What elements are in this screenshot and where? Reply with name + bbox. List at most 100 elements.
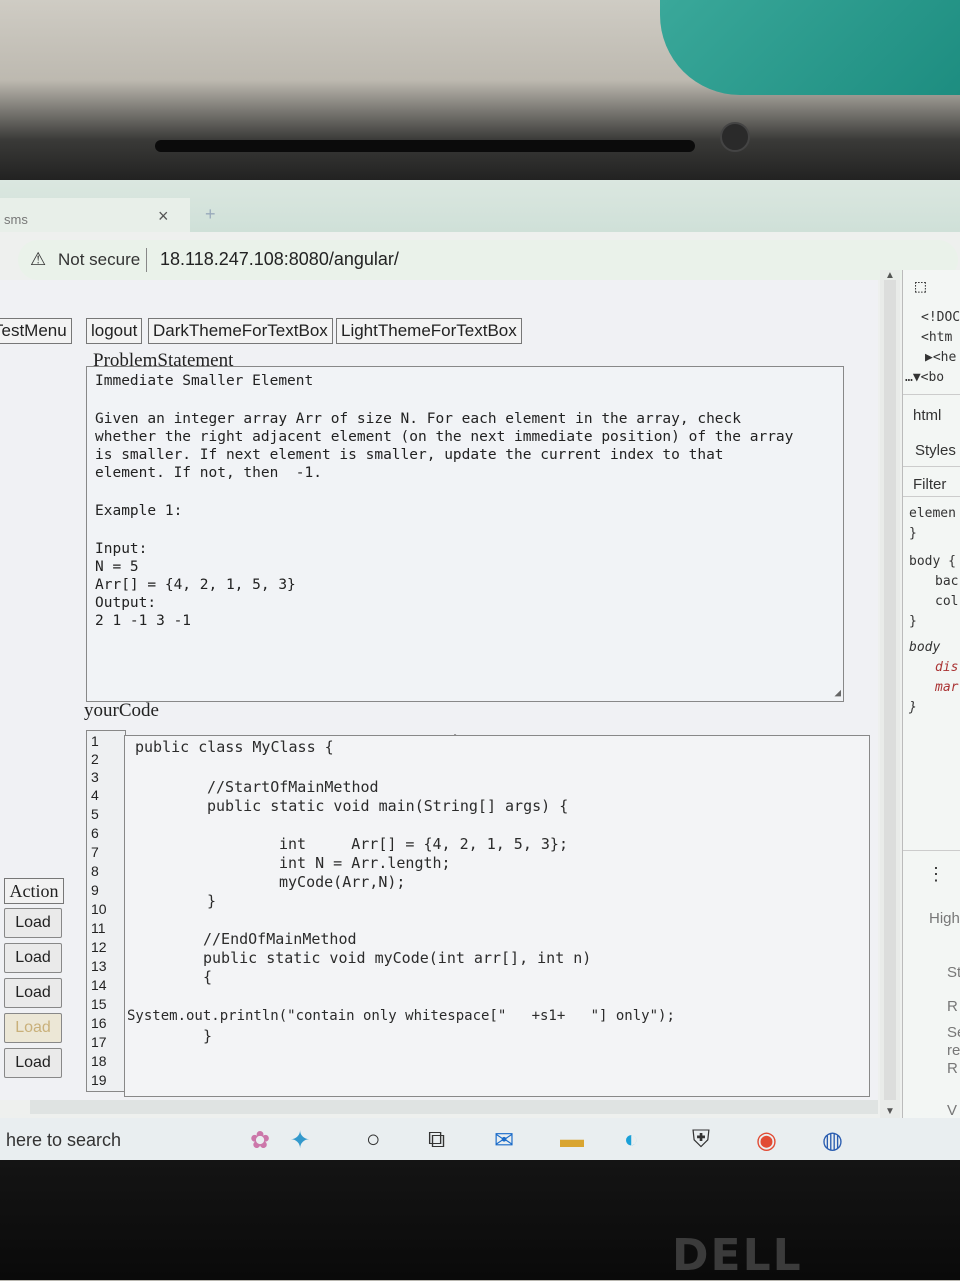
code-line: public static void myCode(int arr[], int…	[203, 949, 592, 967]
devtools-lower-text: High	[929, 910, 960, 927]
scrollbar-thumb[interactable]	[884, 280, 896, 1100]
line-number: 7	[91, 844, 99, 860]
devtools-lower-text: St	[947, 964, 960, 981]
code-line: //EndOfMainMethod	[203, 930, 357, 948]
warning-icon[interactable]: ⚠	[30, 249, 46, 270]
style-rule: dis	[935, 660, 959, 675]
vertical-scrollbar[interactable]: ▲ ▼	[880, 270, 900, 1118]
security-label[interactable]: Not secure	[58, 250, 140, 270]
style-rule: }	[909, 614, 917, 629]
code-line: int N = Arr.length;	[279, 854, 451, 872]
more-options-icon[interactable]: ⋮	[927, 864, 945, 885]
horizontal-scrollbar[interactable]	[30, 1100, 878, 1114]
styles-filter-input[interactable]: Filter	[913, 476, 946, 493]
problem-line: N = 5	[95, 559, 139, 575]
tab-styles[interactable]: Styles	[915, 442, 956, 459]
load-button[interactable]: Load	[4, 1013, 62, 1043]
line-number-gutter: 1 2 3 4 5 6 7 8 9 10 11 12 13 14 15 16 1…	[86, 730, 126, 1092]
line-number: 3	[91, 769, 99, 785]
mail-icon[interactable]: ✉	[494, 1126, 514, 1155]
line-number: 17	[91, 1034, 107, 1050]
divider	[146, 248, 147, 272]
code-line: //StartOfMainMethod	[207, 778, 379, 796]
dom-node[interactable]: <!DOC	[921, 310, 960, 325]
address-bar[interactable]: ⚠ Not secure 18.118.247.108:8080/angular…	[18, 240, 958, 280]
line-number: 1	[91, 733, 99, 749]
line-number: 6	[91, 825, 99, 841]
problem-line: whether the right adjacent element (on t…	[95, 429, 794, 445]
close-icon[interactable]: ×	[158, 206, 169, 227]
code-line: {	[203, 968, 213, 986]
edge-icon[interactable]: ◐	[624, 1126, 639, 1154]
code-line: }	[207, 892, 217, 910]
load-button[interactable]: Load	[4, 943, 62, 973]
dom-node[interactable]: ▶<he	[925, 350, 956, 365]
line-number: 10	[91, 901, 107, 917]
line-number: 14	[91, 977, 107, 993]
action-heading: Action	[4, 878, 64, 904]
devtools-lower-text: R	[947, 1060, 958, 1077]
light-theme-button[interactable]: LightThemeForTextBox	[336, 318, 522, 344]
resize-handle-icon[interactable]: ◢	[834, 686, 841, 699]
divider	[903, 496, 960, 497]
style-rule: body	[909, 640, 941, 655]
devtools-panel: ⬚ <!DOC <htm ▶<he …▼<bo html Styles Filt…	[902, 270, 960, 1118]
problem-statement-textarea[interactable]: Immediate Smaller Element Given an integ…	[86, 366, 844, 702]
browser-tab[interactable]: sms ×	[0, 198, 190, 232]
url-text[interactable]: 18.118.247.108:8080/angular/	[160, 249, 399, 270]
devtools-lower-text: re	[947, 1042, 960, 1059]
problem-line: is smaller. If next element is smaller, …	[95, 447, 724, 463]
code-line: public class MyClass {	[135, 738, 334, 756]
line-number: 4	[91, 787, 99, 803]
bezel-slot	[155, 140, 695, 152]
scroll-down-icon[interactable]: ▼	[885, 1106, 895, 1117]
divider	[903, 466, 960, 467]
windows-taskbar: here to search ✿ ✦ ○ ⧉ ✉ ▬ ◐ ⛨ ◉ ◍	[0, 1118, 960, 1160]
tab-html[interactable]: html	[913, 407, 941, 424]
dom-node[interactable]: <htm	[921, 330, 952, 345]
divider	[903, 394, 960, 395]
test-menu-button[interactable]: TestMenu	[0, 318, 72, 344]
inspect-element-icon[interactable]: ⬚	[915, 276, 926, 297]
devtools-lower-text: R	[947, 998, 958, 1015]
webcam	[720, 122, 750, 152]
web-app: TestMenu logout DarkThemeForTextBox Ligh…	[0, 280, 878, 1100]
logout-button[interactable]: logout	[86, 318, 143, 344]
problem-line: Input:	[95, 541, 148, 557]
load-button[interactable]: Load	[4, 978, 62, 1008]
security-shield-icon[interactable]: ⛨	[692, 1126, 710, 1154]
line-number: 19	[91, 1072, 107, 1088]
dom-node[interactable]: …▼<bo	[905, 370, 944, 385]
problem-line: 2 1 -1 3 -1	[95, 613, 192, 629]
bird-icon: ✦	[290, 1127, 311, 1154]
code-line: myCode(Arr,N);	[279, 873, 406, 891]
line-number: 16	[91, 1015, 107, 1031]
problem-line: Arr[] = {4, 2, 1, 5, 3}	[95, 577, 296, 593]
eclipse-icon[interactable]: ◍	[822, 1126, 843, 1155]
chrome-icon[interactable]: ◉	[756, 1126, 777, 1155]
style-rule: bac	[935, 574, 959, 589]
dell-logo: DELL	[672, 1230, 803, 1281]
file-explorer-icon[interactable]: ▬	[560, 1126, 584, 1154]
problem-line: Example 1:	[95, 503, 183, 519]
task-view-icon[interactable]: ⧉	[428, 1126, 445, 1154]
line-number: 15	[91, 996, 107, 1012]
code-editor[interactable]: public class MyClass { //StartOfMainMeth…	[124, 735, 870, 1097]
code-line: public static void main(String[] args) {	[207, 797, 569, 815]
cortana-icon[interactable]: ○	[366, 1126, 381, 1154]
browser-tabbar: sms × +	[0, 180, 960, 232]
dark-theme-button[interactable]: DarkThemeForTextBox	[148, 318, 333, 344]
search-highlight-icon: ✿	[250, 1127, 271, 1154]
background-cloth	[660, 0, 960, 95]
line-number: 12	[91, 939, 107, 955]
load-button[interactable]: Load	[4, 908, 62, 938]
problem-line: Output:	[95, 595, 157, 611]
taskbar-search-input[interactable]: here to search	[6, 1130, 121, 1151]
your-code-heading: yourCode	[84, 700, 159, 721]
line-number: 13	[91, 958, 107, 974]
style-rule: }	[909, 526, 917, 541]
new-tab-icon[interactable]: +	[205, 204, 216, 225]
line-number: 11	[91, 920, 106, 936]
tab-title: sms	[4, 212, 28, 227]
load-button[interactable]: Load	[4, 1048, 62, 1078]
